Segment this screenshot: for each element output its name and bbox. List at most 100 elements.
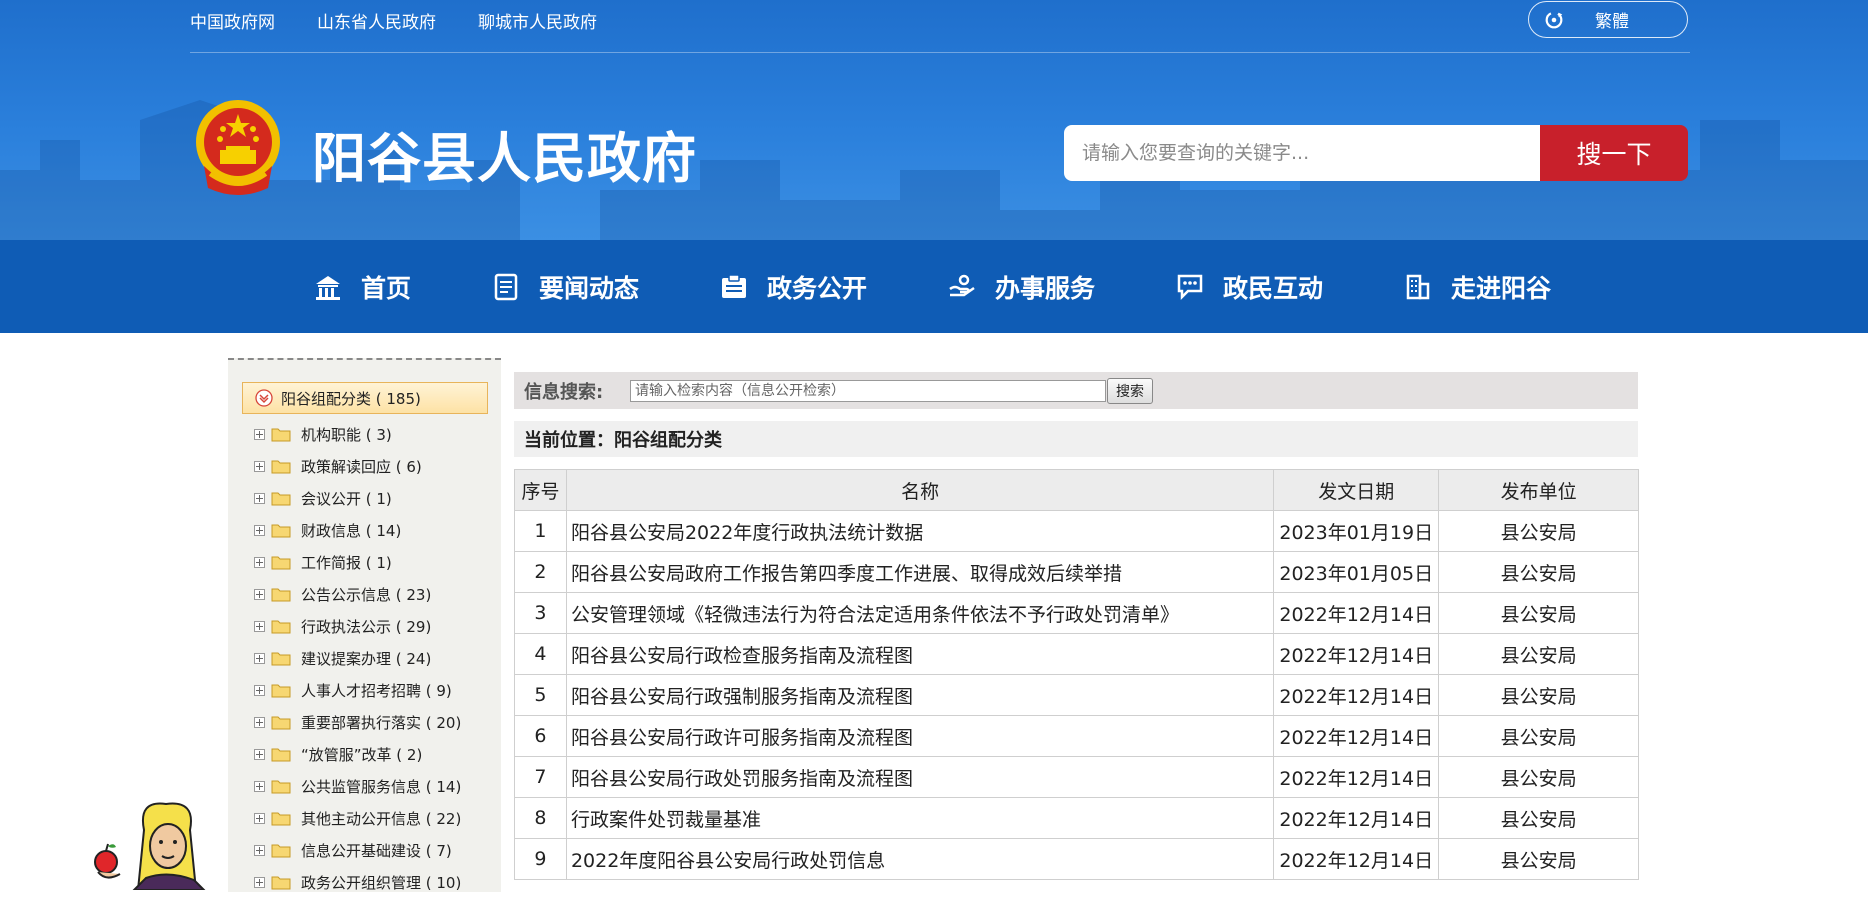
tree-item[interactable]: 公告公示信息 ( 23) <box>254 578 461 610</box>
row-title-link[interactable]: 阳谷县公安局政府工作报告第四季度工作进展、取得成效后续举措 <box>565 551 1275 593</box>
link-shandong-gov[interactable]: 山东省人民政府 <box>317 8 436 33</box>
folder-icon <box>271 748 291 762</box>
tree-item[interactable]: 重要部署执行落实 ( 20) <box>254 706 461 738</box>
tree-root-category[interactable]: 阳谷组配分类 ( 185) <box>242 382 488 414</box>
nav-item-news[interactable]: 要闻动态 <box>491 240 639 333</box>
row-title-link[interactable]: 行政案件处罚裁量基准 <box>565 797 1275 839</box>
nav-item-home[interactable]: 首页 <box>313 240 411 333</box>
tree-item[interactable]: 信息公开基础建设 ( 7) <box>254 834 461 866</box>
row-publisher: 县公安局 <box>1438 633 1639 675</box>
table-row: 4 阳谷县公安局行政检查服务指南及流程图 2022年12月14日 县公安局 <box>514 633 1639 675</box>
tree-item-label: 建议提案办理 ( 24) <box>301 649 432 668</box>
tree-item[interactable]: 会议公开 ( 1) <box>254 482 461 514</box>
row-title-link[interactable]: 公安管理领域《轻微违法行为符合法定适用条件依法不予行政处罚清单》 <box>565 592 1275 634</box>
expand-plus-icon[interactable] <box>254 876 265 888</box>
row-index: 7 <box>514 756 567 798</box>
language-switch-icon <box>1545 11 1563 28</box>
chat-icon <box>1177 274 1203 300</box>
nav-label-interaction: 政民互动 <box>1223 273 1324 303</box>
table-row: 2 阳谷县公安局政府工作报告第四季度工作进展、取得成效后续举措 2023年01月05… <box>514 551 1639 593</box>
nav-item-interaction[interactable]: 政民互动 <box>1175 240 1323 333</box>
expand-plus-icon[interactable] <box>254 492 265 504</box>
tree-item-label: 其他主动公开信息 ( 22) <box>301 809 462 828</box>
row-title-link[interactable]: 阳谷县公安局2022年度行政执法统计数据 <box>565 510 1275 552</box>
expand-plus-icon[interactable] <box>254 652 265 664</box>
expand-plus-icon[interactable] <box>254 844 265 856</box>
folder-icon <box>271 844 291 858</box>
table-row: 1 阳谷县公安局2022年度行政执法统计数据 2023年01月19日 县公安局 <box>514 510 1639 552</box>
news-icon <box>494 273 518 300</box>
tree-item-label: 会议公开 ( 1) <box>301 489 392 508</box>
info-search-input[interactable] <box>630 379 1106 402</box>
row-title-link[interactable]: 阳谷县公安局行政许可服务指南及流程图 <box>565 715 1275 757</box>
site-header: 中国政府网 山东省人民政府 聊城市人民政府 繁體 阳谷县人民政府 搜一下 <box>0 0 1868 240</box>
folder-icon <box>271 556 291 570</box>
header-publisher: 发布单位 <box>1438 469 1639 511</box>
tree-item-label: 重要部署执行落实 ( 20) <box>301 713 462 732</box>
table-row: 9 2022年度阳谷县公安局行政处罚信息 2022年12月14日 县公安局 <box>514 838 1639 880</box>
row-title-link[interactable]: 2022年度阳谷县公安局行政处罚信息 <box>565 838 1275 880</box>
tree-item-label: 信息公开基础建设 ( 7) <box>301 841 452 860</box>
link-central-gov[interactable]: 中国政府网 <box>190 8 275 33</box>
row-publisher: 县公安局 <box>1438 797 1639 839</box>
tree-item[interactable]: “放管服”改革 ( 2) <box>254 738 461 770</box>
row-title-link[interactable]: 阳谷县公安局行政强制服务指南及流程图 <box>565 674 1275 716</box>
top-links: 中国政府网 山东省人民政府 聊城市人民政府 <box>190 8 597 33</box>
nav-label-service: 办事服务 <box>995 273 1096 303</box>
expand-plus-icon[interactable] <box>254 716 265 728</box>
tree-item[interactable]: 人事人才招考招聘 ( 9) <box>254 674 461 706</box>
tree-item-label: 政务公开组织管理 ( 10) <box>301 873 462 892</box>
folder-icon <box>271 620 291 634</box>
tree-item[interactable]: 财政信息 ( 14) <box>254 514 461 546</box>
table-row: 5 阳谷县公安局行政强制服务指南及流程图 2022年12月14日 县公安局 <box>514 674 1639 716</box>
info-search-bar: 信息搜索: 搜索 <box>514 372 1638 409</box>
tree-item[interactable]: 公共监管服务信息 ( 14) <box>254 770 461 802</box>
tree-item-label: “放管服”改革 ( 2) <box>301 745 423 764</box>
row-index: 3 <box>514 592 567 634</box>
nav-label-home: 首页 <box>361 273 412 303</box>
row-publisher: 县公安局 <box>1438 592 1639 634</box>
nav-item-gov-affairs[interactable]: 政务公开 <box>719 240 867 333</box>
row-title-link[interactable]: 阳谷县公安局行政检查服务指南及流程图 <box>565 633 1275 675</box>
expand-plus-icon[interactable] <box>254 428 265 440</box>
national-emblem-icon <box>196 100 280 195</box>
nav-item-service[interactable]: 办事服务 <box>947 240 1095 333</box>
nav-label-news: 要闻动态 <box>539 273 640 303</box>
expand-plus-icon[interactable] <box>254 780 265 792</box>
tree-item[interactable]: 其他主动公开信息 ( 22) <box>254 802 461 834</box>
tree-root-label: 阳谷组配分类 ( 185) <box>281 389 421 408</box>
tree-item[interactable]: 机构职能 ( 3) <box>254 418 461 450</box>
site-search-button[interactable]: 搜一下 <box>1540 125 1688 181</box>
tree-item[interactable]: 建议提案办理 ( 24) <box>254 642 461 674</box>
expand-plus-icon[interactable] <box>254 620 265 632</box>
row-publisher: 县公安局 <box>1438 838 1639 880</box>
newton-mascot-icon[interactable] <box>86 800 246 890</box>
link-liaocheng-gov[interactable]: 聊城市人民政府 <box>478 8 597 33</box>
expand-plus-icon[interactable] <box>254 556 265 568</box>
table-row: 3 公安管理领域《轻微违法行为符合法定适用条件依法不予行政处罚清单》 2022年12… <box>514 592 1639 634</box>
expand-plus-icon[interactable] <box>254 684 265 696</box>
traditional-chinese-toggle[interactable]: 繁體 <box>1528 1 1688 38</box>
main-nav: 首页 要闻动态 政务公开 办事服务 政民互动 走进阳谷 <box>0 240 1868 333</box>
expand-plus-icon[interactable] <box>254 748 265 760</box>
table-row: 8 行政案件处罚裁量基准 2022年12月14日 县公安局 <box>514 797 1639 839</box>
nav-item-about[interactable]: 走进阳谷 <box>1403 240 1551 333</box>
row-date: 2022年12月14日 <box>1273 715 1440 757</box>
lang-label: 繁體 <box>1595 12 1629 32</box>
row-index: 5 <box>514 674 567 716</box>
expand-plus-icon[interactable] <box>254 524 265 536</box>
tree-item-label: 人事人才招考招聘 ( 9) <box>301 681 452 700</box>
expand-plus-icon[interactable] <box>254 460 265 472</box>
tree-item[interactable]: 政策解读回应 ( 6) <box>254 450 461 482</box>
expand-plus-icon[interactable] <box>254 588 265 600</box>
info-search-button[interactable]: 搜索 <box>1107 377 1153 404</box>
tree-item-label: 公共监管服务信息 ( 14) <box>301 777 462 796</box>
site-search-input[interactable] <box>1064 125 1540 181</box>
tree-item[interactable]: 工作简报 ( 1) <box>254 546 461 578</box>
folder-icon <box>271 780 291 794</box>
tree-item[interactable]: 政务公开组织管理 ( 10) <box>254 866 461 898</box>
tree-item[interactable]: 行政执法公示 ( 29) <box>254 610 461 642</box>
row-title-link[interactable]: 阳谷县公安局行政处罚服务指南及流程图 <box>565 756 1275 798</box>
header-divider <box>190 52 1690 53</box>
expand-plus-icon[interactable] <box>254 812 265 824</box>
